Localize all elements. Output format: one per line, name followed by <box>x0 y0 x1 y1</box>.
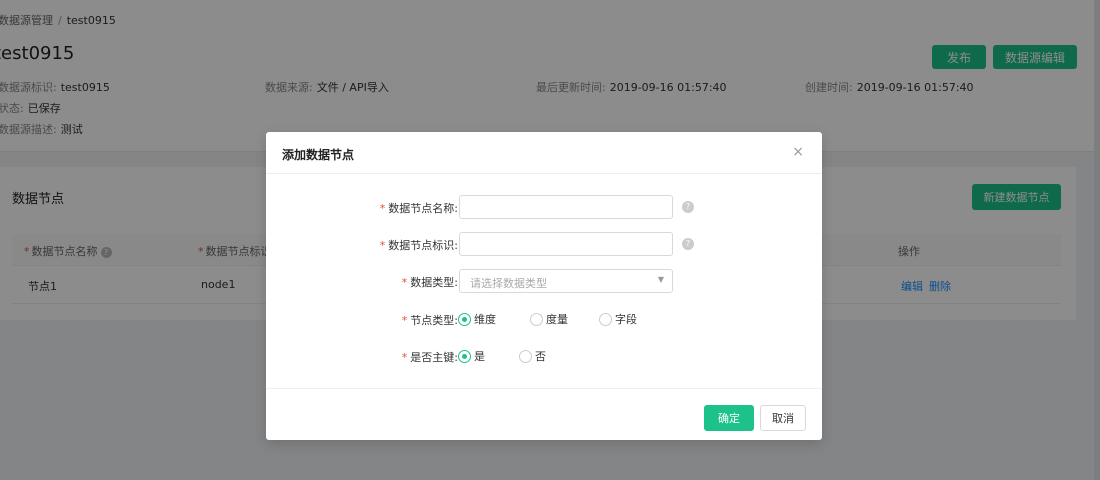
help-icon[interactable]: ? <box>682 201 694 213</box>
primary-key-radio-yes[interactable]: 是 <box>458 348 485 364</box>
radio-unchecked-icon <box>530 312 543 326</box>
radio-unchecked-icon <box>519 349 532 363</box>
required-mark: * <box>379 202 386 215</box>
dialog-footer: 确定 取消 <box>266 388 822 440</box>
radio-label: 字段 <box>615 313 637 326</box>
add-data-node-dialog: 添加数据节点 × * 数据节点名称: ? * 数据节点标识: ? * 数据类型: 请选… <box>266 132 822 440</box>
radio-unchecked-icon <box>599 312 612 326</box>
primary-key-label: * 是否主键: <box>402 349 458 365</box>
node-identifier-input[interactable] <box>459 232 673 256</box>
node-type-label-text: 节点类型: <box>410 314 458 327</box>
radio-label: 维度 <box>474 313 496 326</box>
node-type-radio-measure[interactable]: 度量 <box>530 311 568 327</box>
close-icon[interactable]: × <box>792 145 804 159</box>
data-type-placeholder: 请选择数据类型 <box>470 277 547 290</box>
help-icon[interactable]: ? <box>682 238 694 250</box>
chevron-down-icon: ▼ <box>657 275 664 284</box>
node-type-radio-dimension[interactable]: 维度 <box>458 311 496 327</box>
primary-key-radio-no[interactable]: 否 <box>519 348 546 364</box>
node-type-radio-field[interactable]: 字段 <box>599 311 637 327</box>
node-identifier-label: * 数据节点标识: <box>380 237 458 253</box>
form-row-node-identifier: * 数据节点标识: ? <box>266 232 822 256</box>
required-mark: * <box>379 239 386 252</box>
form-row-node-type: * 节点类型: 维度 度量 字段 <box>266 307 822 331</box>
radio-checked-icon <box>458 312 471 326</box>
form-row-primary-key: * 是否主键: 是 否 <box>266 344 822 368</box>
radio-label: 是 <box>474 350 485 363</box>
data-type-label-text: 数据类型: <box>410 276 458 289</box>
confirm-button[interactable]: 确定 <box>704 405 754 431</box>
required-mark: * <box>401 314 408 327</box>
dialog-title: 添加数据节点 <box>282 148 355 162</box>
form-row-node-name: * 数据节点名称: ? <box>266 195 822 219</box>
radio-checked-icon <box>458 349 471 363</box>
required-mark: * <box>401 276 408 289</box>
primary-key-label-text: 是否主键: <box>410 351 458 364</box>
node-name-input[interactable] <box>459 195 673 219</box>
node-name-label-text: 数据节点名称: <box>388 202 458 215</box>
node-type-label: * 节点类型: <box>402 312 458 328</box>
dialog-header: 添加数据节点 × <box>266 132 822 174</box>
form-row-data-type: * 数据类型: 请选择数据类型 ▼ <box>266 269 822 293</box>
radio-label: 否 <box>535 350 546 363</box>
data-type-label: * 数据类型: <box>402 274 458 290</box>
page-scrollbar[interactable] <box>1094 0 1100 480</box>
node-name-label: * 数据节点名称: <box>380 200 458 216</box>
required-mark: * <box>401 351 408 364</box>
cancel-button[interactable]: 取消 <box>760 405 806 431</box>
data-type-select[interactable]: 请选择数据类型 ▼ <box>459 269 673 293</box>
node-identifier-label-text: 数据节点标识: <box>388 239 458 252</box>
radio-label: 度量 <box>546 313 568 326</box>
